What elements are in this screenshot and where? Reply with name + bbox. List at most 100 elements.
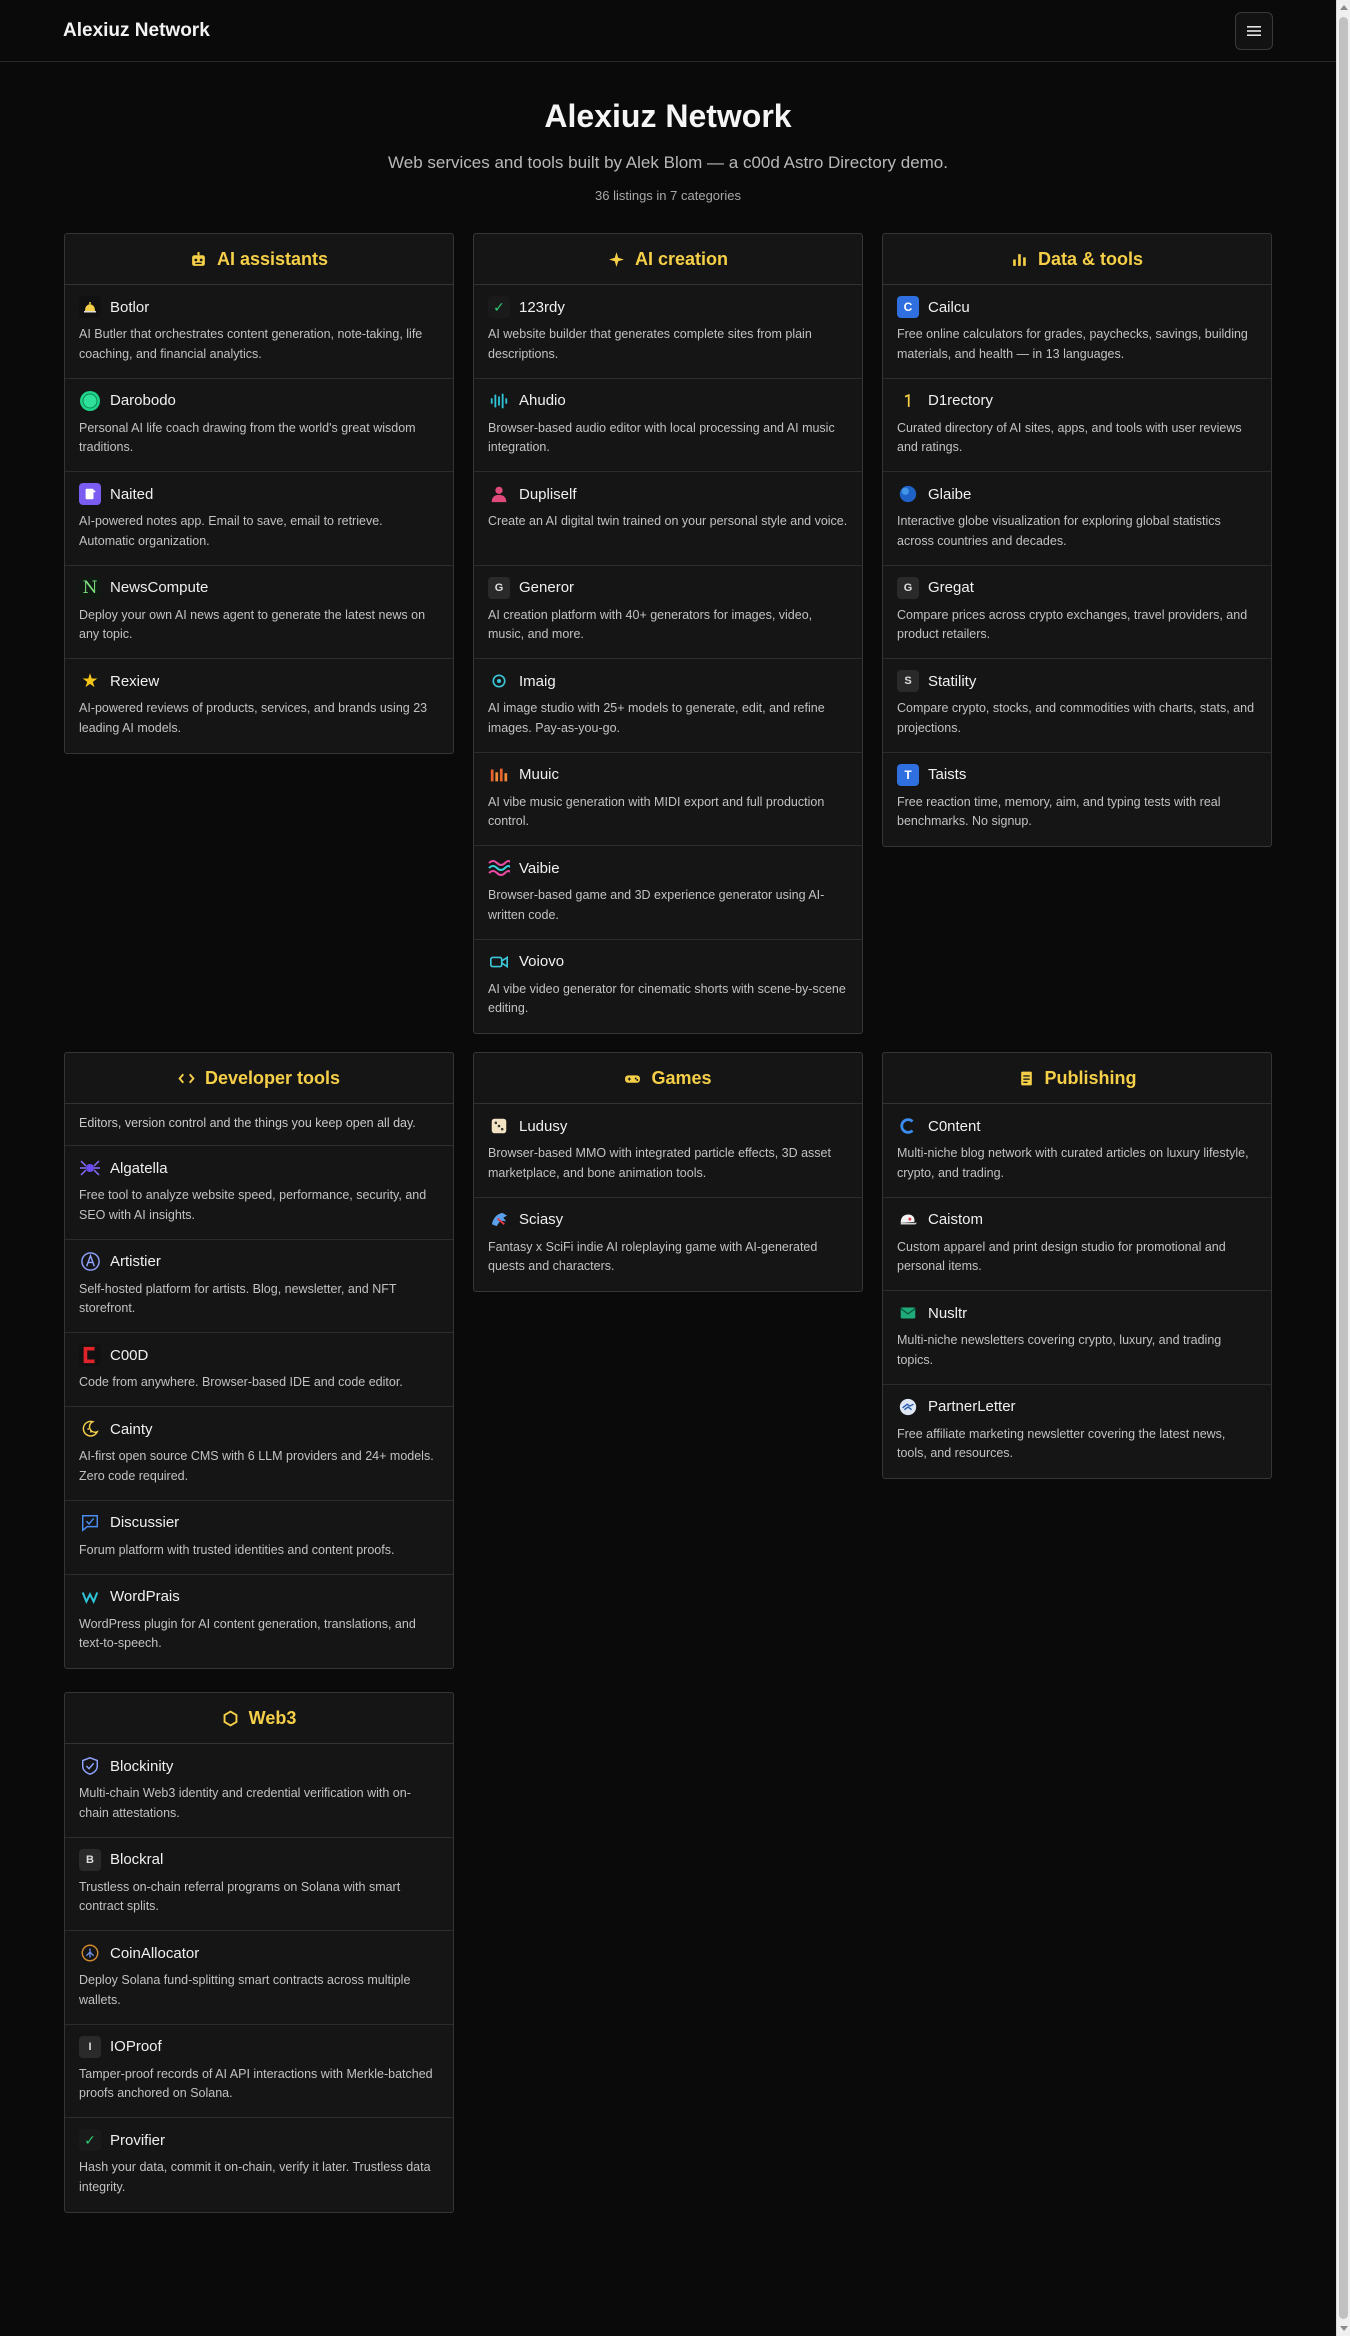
listing-item-dupliself[interactable]: Dupliself Create an AI digital twin trai… bbox=[474, 472, 862, 566]
listing-name[interactable]: WordPrais bbox=[110, 1588, 180, 1605]
waveform-icon bbox=[488, 390, 510, 412]
listing-name[interactable]: Provifier bbox=[110, 2132, 165, 2149]
listing-name[interactable]: Caistom bbox=[928, 1211, 983, 1228]
listing-item-statility[interactable]: S Statility Compare crypto, stocks, and … bbox=[883, 659, 1271, 753]
listing-name[interactable]: PartnerLetter bbox=[928, 1398, 1016, 1415]
handshake-icon bbox=[897, 1396, 919, 1418]
listing-name[interactable]: Muuic bbox=[519, 766, 559, 783]
listing-name[interactable]: Voiovo bbox=[519, 953, 564, 970]
listing-item-nusltr[interactable]: Nusltr Multi-niche newsletters covering … bbox=[883, 1291, 1271, 1385]
listing-item-coinallocator[interactable]: CoinAllocator Deploy Solana fund-splitti… bbox=[65, 1931, 453, 2025]
c-letter-icon: C bbox=[897, 296, 919, 318]
listing-item-discussier[interactable]: Discussier Forum platform with trusted i… bbox=[65, 1501, 453, 1575]
listing-item-c0ntent[interactable]: C0ntent Multi-niche blog network with cu… bbox=[883, 1104, 1271, 1198]
listing-name[interactable]: Ahudio bbox=[519, 392, 566, 409]
listing-name[interactable]: Ludusy bbox=[519, 1118, 567, 1135]
listing-item-newscompute[interactable]: N NewsCompute Deploy your own AI news ag… bbox=[65, 566, 453, 659]
listing-description: AI creation platform with 40+ generators… bbox=[488, 607, 813, 642]
listing-name[interactable]: Sciasy bbox=[519, 1211, 563, 1228]
listing-description: Free tool to analyze website speed, perf… bbox=[79, 1188, 427, 1222]
listing-item-cainty[interactable]: Cainty AI-first open source CMS with 6 L… bbox=[65, 1407, 453, 1501]
listing-item-botlor[interactable]: Botlor AI Butler that orchestrates conte… bbox=[65, 285, 453, 379]
listing-item-blockinity[interactable]: Blockinity Multi-chain Web3 identity and… bbox=[65, 1744, 453, 1838]
listing-item-voiovo[interactable]: Voiovo AI vibe video generator for cinem… bbox=[474, 940, 862, 1034]
robot-icon bbox=[192, 251, 205, 266]
listing-name[interactable]: Algatella bbox=[110, 1160, 168, 1177]
listing-name[interactable]: C0ntent bbox=[928, 1118, 981, 1135]
listing-name[interactable]: Statility bbox=[928, 673, 976, 690]
listing-item-123rdy[interactable]: ✓ 123rdy AI website builder that generat… bbox=[474, 285, 862, 379]
listing-name[interactable]: Darobodo bbox=[110, 392, 176, 409]
menu-button[interactable] bbox=[1235, 11, 1273, 50]
listing-item-partnerletter[interactable]: PartnerLetter Free affiliate marketing n… bbox=[883, 1385, 1271, 1479]
check-icon: ✓ bbox=[79, 2129, 101, 2151]
listing-item-ludusy[interactable]: Ludusy Browser-based MMO with integrated… bbox=[474, 1104, 862, 1198]
listing-name[interactable]: 123rdy bbox=[519, 299, 565, 316]
listing-name[interactable]: IOProof bbox=[110, 2038, 162, 2055]
listing-name[interactable]: Gregat bbox=[928, 579, 974, 596]
listing-name[interactable]: Taists bbox=[928, 766, 966, 783]
listing-item-rexiew[interactable]: ★ Rexiew AI-powered reviews of products,… bbox=[65, 659, 453, 753]
listing-item-ioproof[interactable]: I IOProof Tamper-proof records of AI API… bbox=[65, 2025, 453, 2118]
listing-name[interactable]: D1rectory bbox=[928, 392, 993, 409]
listing-name[interactable]: Glaibe bbox=[928, 486, 971, 503]
listing-item-gregat[interactable]: G Gregat Compare prices across crypto ex… bbox=[883, 566, 1271, 659]
listing-item-darobodo[interactable]: Darobodo Personal AI life coach drawing … bbox=[65, 379, 453, 472]
listing-name[interactable]: C00D bbox=[110, 1347, 148, 1364]
page-scrollbar[interactable] bbox=[1336, 0, 1350, 2336]
listing-name[interactable]: Dupliself bbox=[519, 486, 577, 503]
listing-name[interactable]: Cailcu bbox=[928, 299, 970, 316]
category-title: AI assistants bbox=[216, 248, 329, 269]
listing-item-imaig[interactable]: Imaig AI image studio with 25+ models to… bbox=[474, 659, 862, 753]
scroll-down-arrow-icon[interactable] bbox=[1340, 2326, 1348, 2331]
listing-name[interactable]: Discussier bbox=[110, 1514, 179, 1531]
listing-name[interactable]: Generor bbox=[519, 579, 574, 596]
listing-item-muuic[interactable]: Muuic AI vibe music generation with MIDI… bbox=[474, 753, 862, 846]
listing-item-sciasy[interactable]: Sciasy Fantasy x SciFi indie AI roleplay… bbox=[474, 1198, 862, 1292]
bar-chart-icon bbox=[1013, 253, 1026, 266]
listing-name[interactable]: Imaig bbox=[519, 673, 556, 690]
listing-item-provifier[interactable]: ✓ Provifier Hash your data, commit it on… bbox=[65, 2118, 453, 2212]
listing-item-vaibie[interactable]: Vaibie Browser-based game and 3D experie… bbox=[474, 846, 862, 940]
listing-name[interactable]: Artistier bbox=[110, 1253, 161, 1270]
listing-item-wordprais[interactable]: WordPrais WordPress plugin for AI conten… bbox=[65, 1575, 453, 1669]
listing-description: Compare crypto, stocks, and commodities … bbox=[897, 701, 1255, 735]
scrollbar-thumb[interactable] bbox=[1339, 17, 1348, 2319]
scroll-up-arrow-icon[interactable] bbox=[1340, 5, 1348, 10]
listing-item-artistier[interactable]: Artistier Self-hosted platform for artis… bbox=[65, 1240, 453, 1333]
listing-name[interactable]: Rexiew bbox=[110, 673, 159, 690]
brand-logo[interactable]: Alexiuz Network bbox=[63, 20, 210, 42]
category-title: Games bbox=[651, 1067, 712, 1088]
listing-description: AI-powered notes app. Email to save, ema… bbox=[79, 514, 383, 548]
bars-icon bbox=[488, 764, 510, 786]
listing-item-taists[interactable]: T Taists Free reaction time, memory, aim… bbox=[883, 753, 1271, 847]
category-header: Data & tools bbox=[883, 234, 1271, 285]
listing-name[interactable]: Cainty bbox=[110, 1421, 153, 1438]
listing-description: Forum platform with trusted identities a… bbox=[79, 1542, 395, 1557]
listing-item-cailcu[interactable]: C Cailcu Free online calculators for gra… bbox=[883, 285, 1271, 379]
category-title: Developer tools bbox=[204, 1067, 341, 1088]
listing-item-blockral[interactable]: B Blockral Trustless on-chain referral p… bbox=[65, 1838, 453, 1931]
listing-name[interactable]: NewsCompute bbox=[110, 579, 208, 596]
listing-name[interactable]: Botlor bbox=[110, 299, 149, 316]
listing-item-naited[interactable]: Naited AI-powered notes app. Email to sa… bbox=[65, 472, 453, 566]
listing-item-d1rectory[interactable]: D1rectory Curated directory of AI sites,… bbox=[883, 379, 1271, 472]
listing-name[interactable]: Vaibie bbox=[519, 860, 560, 877]
b-letter-icon: B bbox=[79, 1848, 101, 1871]
listing-description: Browser-based game and 3D experience gen… bbox=[488, 888, 825, 922]
category-title: AI creation bbox=[634, 248, 729, 269]
listing-name[interactable]: Naited bbox=[110, 486, 153, 503]
listing-item-algatella[interactable]: Algatella Free tool to analyze website s… bbox=[65, 1146, 453, 1240]
listing-name[interactable]: CoinAllocator bbox=[110, 1945, 199, 1962]
listing-name[interactable]: Nusltr bbox=[928, 1305, 967, 1322]
listing-item-generor[interactable]: G Generor AI creation platform with 40+ … bbox=[474, 566, 862, 659]
listing-item-caistom[interactable]: Caistom Custom apparel and print design … bbox=[883, 1198, 1271, 1291]
listing-name[interactable]: Blockinity bbox=[110, 1758, 173, 1775]
category-card-ai-assistants: AI assistants Botlor AI Butler that orch… bbox=[64, 233, 454, 754]
listing-item-ahudio[interactable]: Ahudio Browser-based audio editor with l… bbox=[474, 379, 862, 472]
listing-item-glaibe[interactable]: Glaibe Interactive globe visualization f… bbox=[883, 472, 1271, 566]
listing-item-c00d[interactable]: C00D Code from anywhere. Browser-based I… bbox=[65, 1333, 453, 1407]
listing-name[interactable]: Blockral bbox=[110, 1851, 163, 1868]
listing-description: Deploy Solana fund-splitting smart contr… bbox=[79, 1973, 411, 2007]
one-icon bbox=[897, 390, 919, 412]
